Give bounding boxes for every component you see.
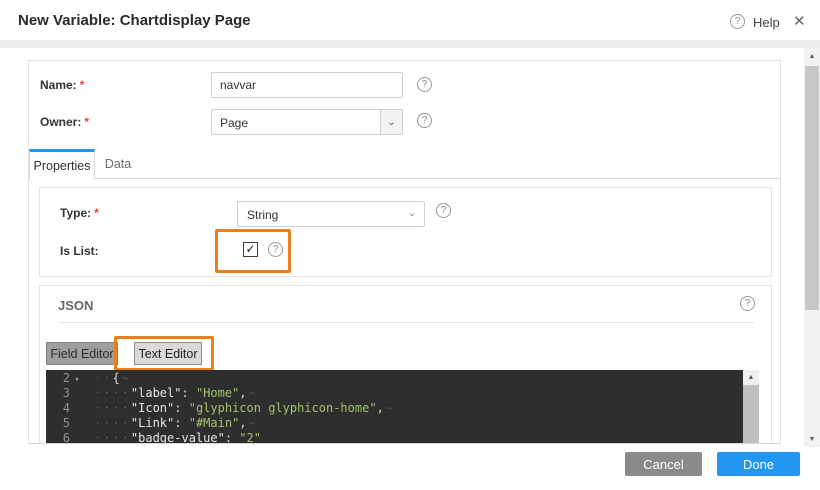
is-list-label: Is List: bbox=[60, 244, 99, 258]
editor-scroll-up-button[interactable]: ▲ bbox=[743, 370, 759, 385]
type-selected-value: String bbox=[247, 208, 278, 222]
field-editor-button[interactable]: Field Editor bbox=[46, 342, 118, 365]
code-editor[interactable]: 2▾ ··{¬ 3 ····"label": "Home",¬ 4 ····"I… bbox=[46, 370, 759, 444]
dialog-header: New Variable: Chartdisplay Page ? Help ✕ bbox=[0, 0, 820, 40]
line-number-gutter: 3 bbox=[46, 386, 88, 401]
name-required-asterisk: * bbox=[80, 78, 85, 92]
close-icon[interactable]: ✕ bbox=[793, 12, 806, 30]
owner-label: Owner:* bbox=[40, 115, 89, 129]
owner-selected-value: Page bbox=[220, 116, 248, 130]
done-button[interactable]: Done bbox=[717, 452, 800, 476]
is-list-checkbox[interactable]: ✓ bbox=[243, 242, 258, 257]
json-panel: JSON ? Field Editor Text Editor 2▾ ··{¬ … bbox=[39, 285, 772, 444]
owner-help-icon[interactable]: ? bbox=[417, 113, 432, 128]
line-number-gutter: 6 bbox=[46, 431, 88, 444]
help-icon[interactable]: ? bbox=[730, 14, 745, 29]
dialog-title: New Variable: Chartdisplay Page bbox=[18, 12, 251, 29]
dialog-body: Name:* ? Owner:* Page ⌄ ? Properties Dat… bbox=[28, 60, 781, 444]
line-number: 2 bbox=[46, 371, 70, 386]
header-divider bbox=[0, 40, 820, 48]
type-help-icon[interactable]: ? bbox=[436, 203, 451, 218]
editor-scrollbar[interactable]: ▲ bbox=[743, 370, 759, 444]
cancel-button[interactable]: Cancel bbox=[625, 452, 702, 476]
text-editor-button[interactable]: Text Editor bbox=[134, 342, 202, 365]
scroll-down-button[interactable]: ▼ bbox=[804, 431, 820, 447]
line-number-gutter: 5 bbox=[46, 416, 88, 431]
owner-required-asterisk: * bbox=[84, 115, 89, 129]
name-input[interactable] bbox=[211, 72, 403, 98]
tab-properties[interactable]: Properties bbox=[29, 149, 95, 179]
owner-select[interactable]: Page ⌄ bbox=[211, 109, 403, 135]
json-help-icon[interactable]: ? bbox=[740, 296, 755, 311]
main-scrollbar[interactable]: ▲ ▼ bbox=[804, 48, 820, 447]
editor-lines: 2▾ ··{¬ 3 ····"label": "Home",¬ 4 ····"I… bbox=[46, 371, 743, 444]
tab-data[interactable]: Data bbox=[95, 149, 141, 179]
properties-panel: Type:* String ⌄ ? Is List: ✓ ? bbox=[39, 187, 772, 277]
editor-line[interactable]: 3 ····"label": "Home",¬ bbox=[46, 386, 743, 401]
chevron-down-icon: ⌄ bbox=[408, 208, 416, 219]
json-divider bbox=[58, 322, 755, 323]
type-label: Type:* bbox=[60, 206, 99, 220]
line-number: 6 bbox=[46, 431, 70, 444]
scroll-thumb[interactable] bbox=[805, 66, 819, 310]
chevron-down-icon[interactable]: ⌄ bbox=[380, 110, 402, 134]
line-number-gutter: 2▾ bbox=[46, 371, 88, 386]
line-number-gutter: 4 bbox=[46, 401, 88, 416]
name-help-icon[interactable]: ? bbox=[417, 77, 432, 92]
editor-line[interactable]: 6 ····"badge-value": "2" bbox=[46, 431, 743, 444]
editor-line[interactable]: 5 ····"Link": "#Main",¬ bbox=[46, 416, 743, 431]
line-number: 4 bbox=[46, 401, 70, 416]
editor-line[interactable]: 2▾ ··{¬ bbox=[46, 371, 743, 386]
type-select[interactable]: String ⌄ bbox=[237, 201, 425, 227]
help-link[interactable]: Help bbox=[753, 15, 780, 30]
check-icon: ✓ bbox=[245, 243, 255, 255]
json-section-title: JSON bbox=[58, 298, 93, 313]
type-required-asterisk: * bbox=[94, 206, 99, 220]
scroll-up-button[interactable]: ▲ bbox=[804, 48, 820, 64]
name-label: Name:* bbox=[40, 78, 84, 92]
editor-line[interactable]: 4 ····"Icon": "glyphicon glyphicon-home"… bbox=[46, 401, 743, 416]
line-number: 5 bbox=[46, 416, 70, 431]
is-list-help-icon[interactable]: ? bbox=[268, 242, 283, 257]
line-number: 3 bbox=[46, 386, 70, 401]
editor-scroll-thumb[interactable] bbox=[743, 385, 759, 444]
tab-bar: Properties Data bbox=[29, 149, 780, 179]
